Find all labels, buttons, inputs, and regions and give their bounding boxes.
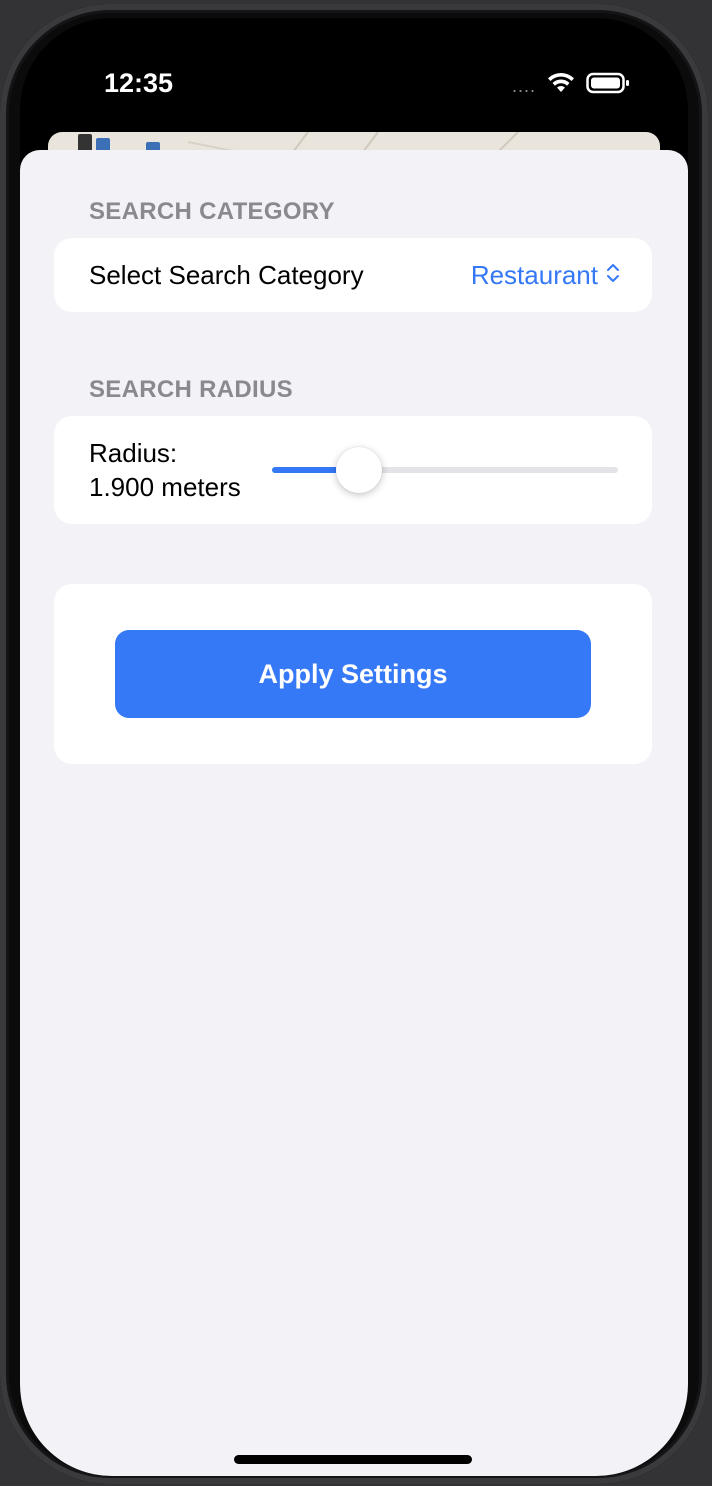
settings-sheet: SEARCH CATEGORY Select Search Category R…: [20, 150, 688, 1476]
radius-slider[interactable]: [272, 447, 618, 493]
apply-card: Apply Settings: [54, 584, 652, 764]
slider-thumb[interactable]: [335, 447, 382, 493]
radius-card: Radius: 1.900 meters: [54, 416, 652, 524]
section-header-radius: SEARCH RADIUS: [89, 376, 293, 403]
radius-label-value: 1.900 meters: [89, 472, 241, 502]
battery-icon: [586, 72, 630, 99]
section-header-category: SEARCH CATEGORY: [89, 198, 335, 225]
category-card: Select Search Category Restaurant: [54, 238, 652, 312]
radius-label-title: Radius:: [89, 438, 178, 468]
category-picker[interactable]: Restaurant: [471, 260, 620, 291]
wifi-icon: [546, 72, 576, 99]
status-indicators: ....: [512, 72, 630, 99]
chevron-up-down-icon: [606, 260, 620, 291]
category-row-label: Select Search Category: [89, 260, 364, 290]
radius-label: Radius: 1.900 meters: [89, 436, 241, 504]
phone-screen: 12:35 .... SEARCH CATEGORY Select Search…: [20, 18, 688, 1476]
apply-settings-button[interactable]: Apply Settings: [115, 630, 591, 718]
category-picker-value: Restaurant: [470, 260, 598, 290]
home-indicator: [234, 1455, 472, 1464]
signal-dots: ....: [511, 75, 536, 96]
status-time: 12:35: [104, 68, 174, 98]
phone-frame: 12:35 .... SEARCH CATEGORY Select Search…: [0, 4, 708, 1484]
